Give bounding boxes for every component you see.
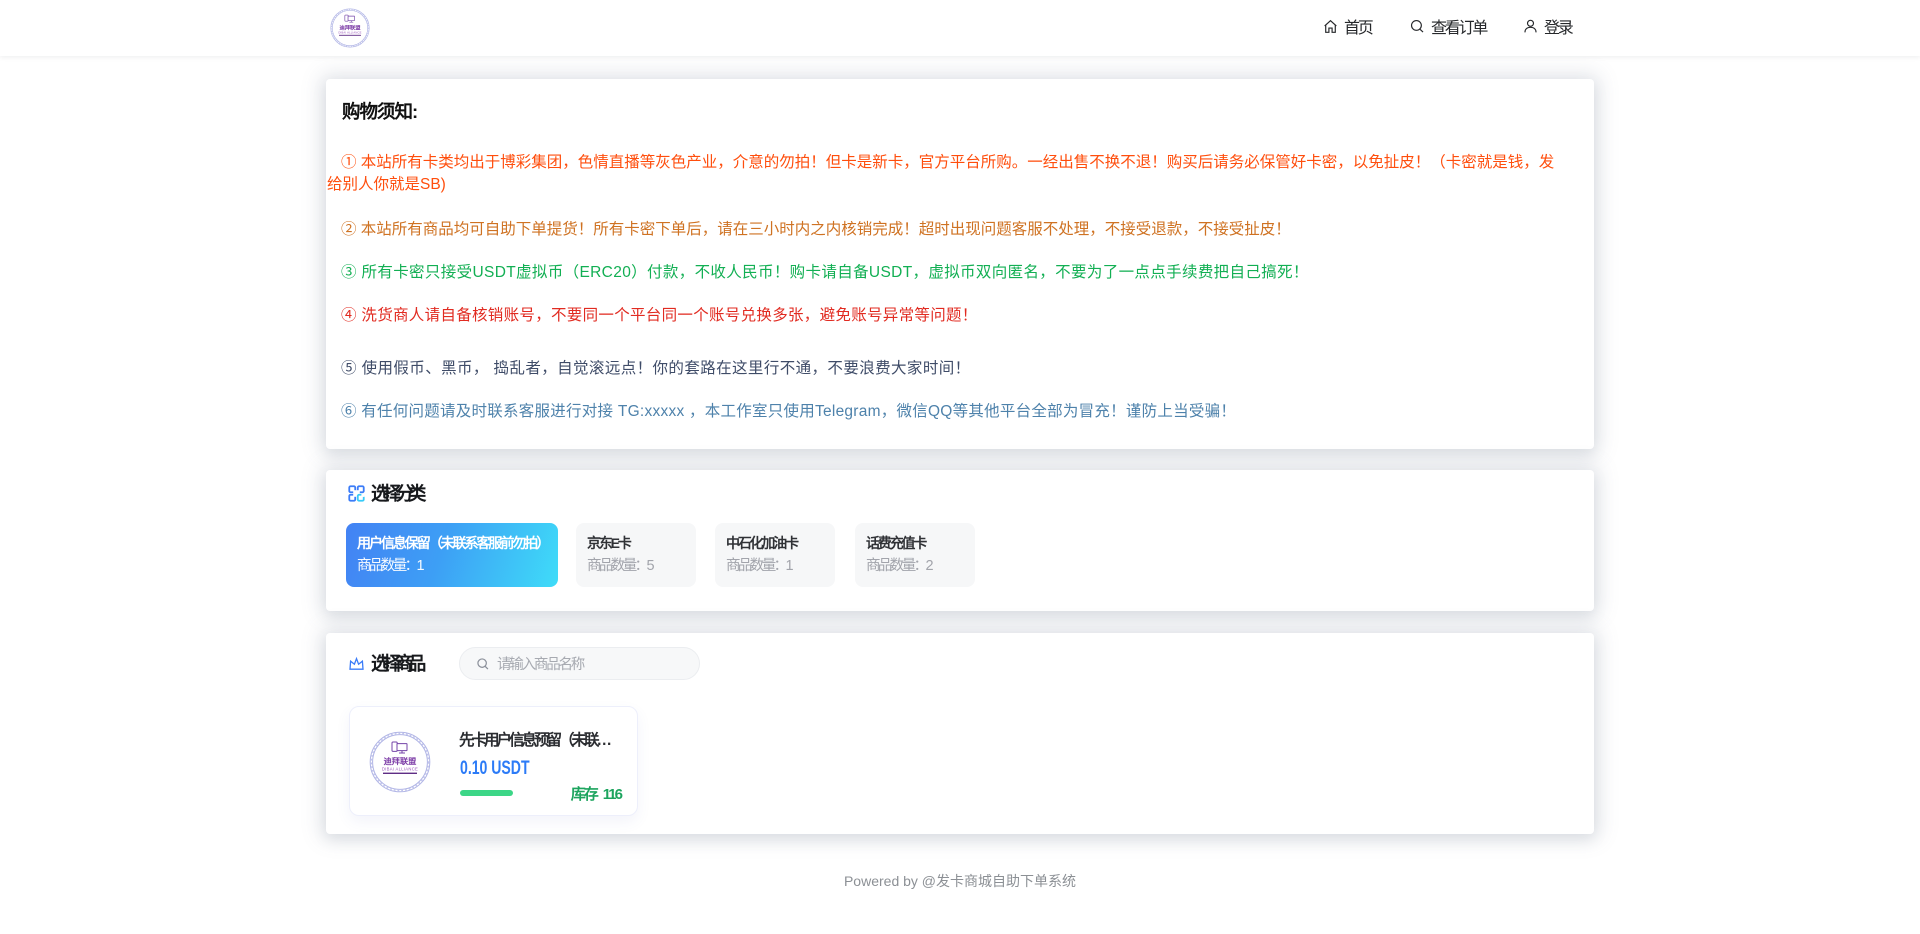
svg-text:DIBAI ALLIANCE: DIBAI ALLIANCE — [382, 767, 418, 772]
svg-text:迪拜联盟: 迪拜联盟 — [384, 756, 417, 766]
svg-text:DIBAI ALLIANCE: DIBAI ALLIANCE — [338, 31, 361, 35]
